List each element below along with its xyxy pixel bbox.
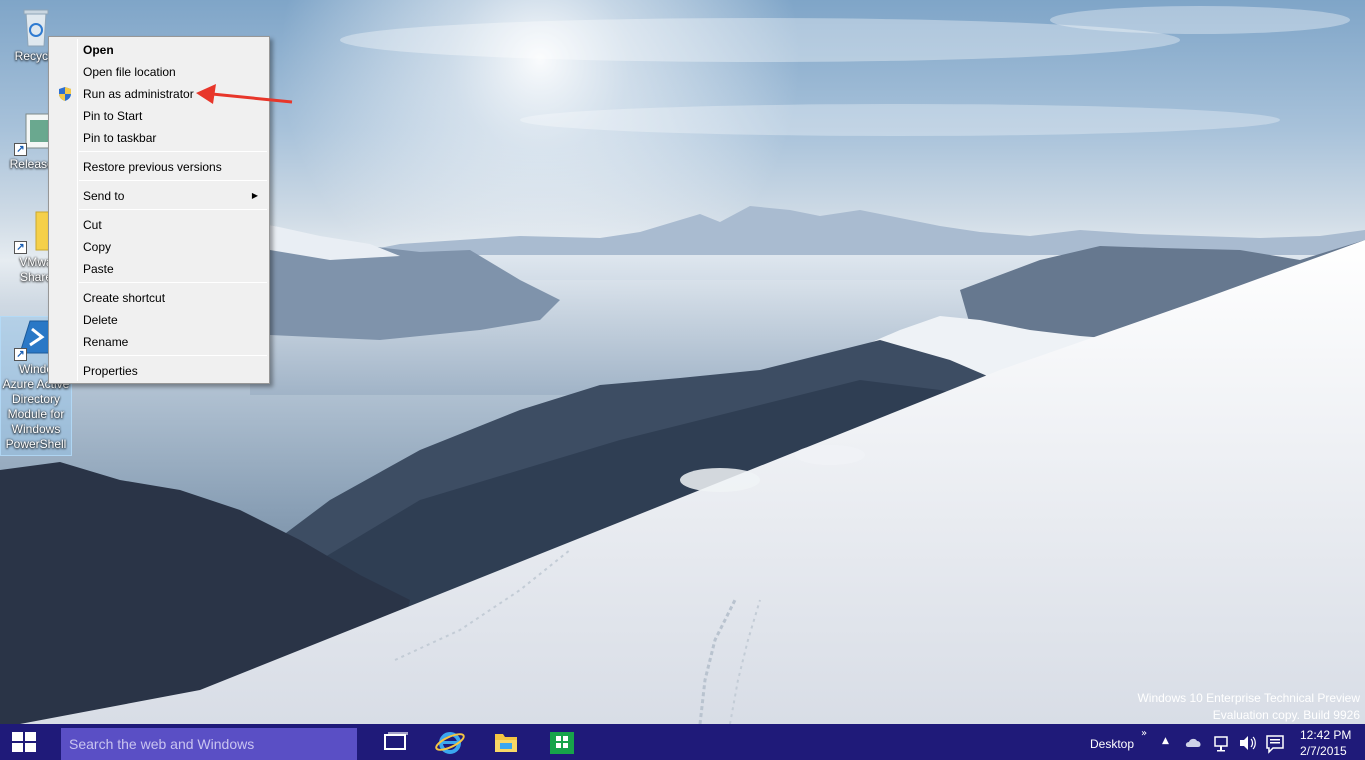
toolbar-expand-icon[interactable]: » [1141,728,1147,760]
menu-item-open-file-location[interactable]: Open file location [51,61,267,83]
menu-item-run-as-administrator[interactable]: Run as administrator [51,83,267,105]
menu-separator [79,151,267,152]
menu-separator [79,209,267,210]
menu-separator [79,282,267,283]
onedrive-tray[interactable] [1184,724,1204,760]
menu-separator [79,355,267,356]
menu-item-rename[interactable]: Rename [51,331,267,353]
uac-shield-icon [59,87,71,101]
show-hidden-icons-icon[interactable]: ▲ [1162,736,1169,760]
watermark-build: Evaluation copy. Build 9926 [1212,708,1360,722]
windows-watermark: Windows 10 Enterprise Technical Preview … [1137,690,1360,724]
store-icon [550,732,574,754]
cloud-icon [1185,738,1201,747]
clock-time: 12:42 PM [1300,728,1352,742]
menu-item-create-shortcut[interactable]: Create shortcut [51,287,267,309]
network-icon [1214,736,1228,752]
shortcut-arrow-icon: ↗ [14,241,27,254]
clock-date: 2/7/2015 [1300,744,1347,758]
watermark-edition: Windows 10 Enterprise Technical Preview [1137,691,1360,705]
menu-item-restore-previous-versions[interactable]: Restore previous versions [51,156,267,178]
menu-item-open[interactable]: Open [51,39,267,61]
file-explorer-button[interactable] [486,724,526,760]
start-button[interactable] [0,724,48,760]
menu-item-send-to[interactable]: Send to ▶ [51,185,267,207]
menu-item-label: Send to [83,189,125,203]
internet-explorer-icon [435,732,465,754]
menu-item-pin-to-taskbar[interactable]: Pin to taskbar [51,127,267,149]
desktop-toolbar-label[interactable]: Desktop [1090,724,1134,760]
menu-separator [79,180,267,181]
submenu-arrow-icon: ▶ [251,191,258,200]
menu-item-copy[interactable]: Copy [51,236,267,258]
store-button[interactable] [542,724,582,760]
menu-item-cut[interactable]: Cut [51,214,267,236]
system-clock[interactable]: 12:42 PM 2/7/2015 [1300,727,1351,759]
menu-item-pin-to-start[interactable]: Pin to Start [51,105,267,127]
search-box[interactable]: Search the web and Windows [61,728,357,760]
action-center-tray[interactable] [1264,724,1286,760]
menu-item-delete[interactable]: Delete [51,309,267,331]
menu-item-properties[interactable]: Properties [51,360,267,382]
notification-icon [1266,735,1284,754]
internet-explorer-button[interactable] [430,724,470,760]
task-view-icon [384,732,408,750]
folder-icon [495,734,517,752]
shortcut-arrow-icon: ↗ [14,143,27,156]
menu-item-paste[interactable]: Paste [51,258,267,280]
task-view-button[interactable] [375,724,415,760]
menu-item-label: Run as administrator [83,87,194,101]
windows-logo-icon [12,732,36,752]
search-placeholder: Search the web and Windows [69,736,255,752]
shortcut-arrow-icon: ↗ [14,348,27,361]
volume-tray[interactable] [1237,724,1259,760]
speaker-icon [1240,736,1256,750]
taskbar: Search the web and Windows Desktop » ▲ 1… [0,724,1365,760]
network-tray[interactable] [1212,724,1234,760]
context-menu: Open Open file location Run as administr… [48,36,270,384]
